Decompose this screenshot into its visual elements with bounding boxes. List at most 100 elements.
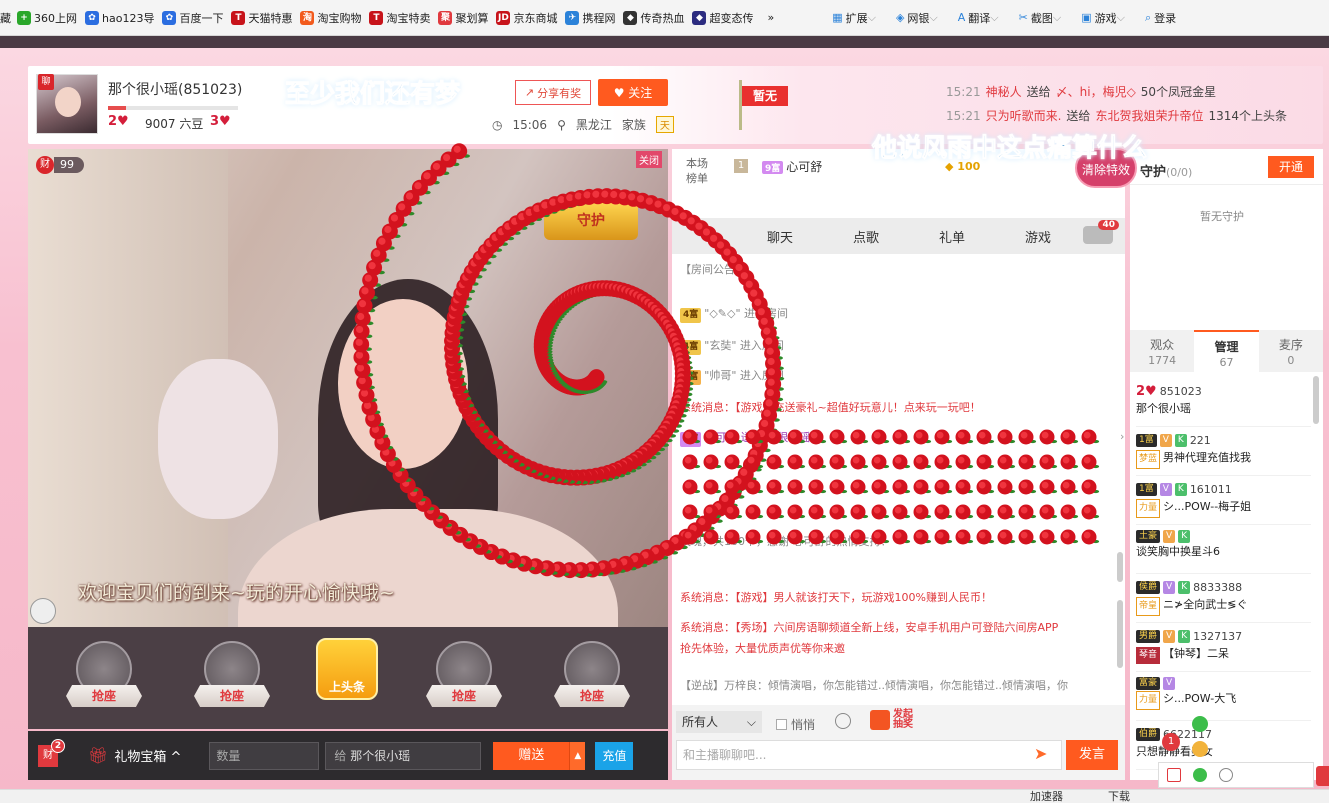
- video-close-button[interactable]: 关闭: [636, 151, 662, 168]
- user-list-item[interactable]: 男爵 V K 1327137 琴音 【钟琴】二呆: [1136, 623, 1311, 672]
- chat-scope-select[interactable]: 所有人 ⌵: [676, 711, 762, 733]
- grab-seat-label: 抢座: [554, 685, 630, 707]
- tab-audience[interactable]: 观众 1774: [1130, 330, 1194, 372]
- seat-4[interactable]: 抢座: [546, 635, 636, 725]
- send-gift-button[interactable]: 赠送: [493, 741, 570, 770]
- emoji-icon[interactable]: [835, 713, 851, 729]
- speak-button[interactable]: 发言: [1066, 740, 1118, 770]
- user-list-item[interactable]: 1富 V K 161011 力量 シ...POW--梅子姐: [1136, 476, 1311, 525]
- chat-message: 4富 "玄奘" 进入房间: [680, 338, 784, 355]
- chat-message: 4富 "◇✎◇" 进入房间: [680, 306, 788, 323]
- bookmark-item[interactable]: ◆ 传奇热血: [623, 10, 684, 26]
- rank-flag[interactable]: 暂无: [742, 86, 788, 106]
- user-list-item[interactable]: 土豪 V K 谈笑胸中换星斗6: [1136, 525, 1311, 574]
- car-icon[interactable]: 40: [1083, 220, 1119, 244]
- tab-games[interactable]: 游戏: [1025, 227, 1051, 246]
- news-target[interactable]: 〆、hi，梅児◇: [1056, 85, 1136, 99]
- streamer-body: [238, 509, 618, 627]
- coin-notice-icon[interactable]: [1192, 741, 1208, 757]
- quantity-input[interactable]: 数量: [209, 741, 320, 770]
- share-button[interactable]: ↗ 分享有奖: [515, 80, 591, 105]
- user-list-item[interactable]: 1富 V K 221 梦蓝 男神代理充值找我: [1136, 427, 1311, 476]
- bookmark-item[interactable]: ◆ 超变态传: [692, 10, 753, 26]
- user-id: 221: [1189, 434, 1211, 447]
- zoom-icon[interactable]: [1219, 768, 1233, 782]
- guard-title-text: 守护: [1140, 165, 1167, 180]
- rank-number: 1: [734, 159, 748, 173]
- headline-button[interactable]: 上头条: [316, 638, 378, 700]
- toolbar-item[interactable]: ⌕ 登录: [1145, 10, 1176, 26]
- chat-scrollbar-thumb[interactable]: [1117, 600, 1123, 668]
- bookmark-label: 淘宝特卖: [386, 11, 431, 25]
- grid-icon: ▦: [832, 11, 843, 24]
- toolbar-item[interactable]: ◈ 网银 ⌵: [896, 10, 938, 26]
- translate-icon: A: [957, 11, 966, 24]
- bookmark-item[interactable]: ✿ 百度一下: [162, 10, 223, 26]
- user-level-badge: 1富: [1136, 434, 1157, 447]
- accelerator-button[interactable]: 加速器: [1030, 790, 1063, 803]
- bookmark-item[interactable]: ✈ 携程网: [565, 10, 615, 26]
- status-bar: 加速器 下载: [0, 789, 1329, 803]
- toolbar-item[interactable]: ▦ 扩展 ⌵: [832, 10, 876, 26]
- rank-user[interactable]: 9富 心可舒: [762, 158, 822, 175]
- tab-gift-list[interactable]: 礼单: [939, 227, 965, 246]
- mail-icon[interactable]: [1167, 768, 1181, 782]
- teddy-bear: [158, 359, 278, 519]
- bookmark-item[interactable]: 淘淘宝购物: [300, 10, 361, 26]
- chat-scrollbar[interactable]: [1117, 552, 1123, 582]
- lottery-button[interactable]: 发起 抽奖: [870, 710, 913, 730]
- send-plane-icon[interactable]: ➤: [1034, 745, 1054, 763]
- user-list-scrollbar[interactable]: [1313, 376, 1319, 424]
- seat-2[interactable]: 抢座: [186, 635, 276, 725]
- family-tag[interactable]: 天: [655, 116, 674, 133]
- bookmark-item[interactable]: ✿ hao123导: [85, 10, 154, 26]
- anchor-name: 那个很小瑶(851023): [108, 82, 243, 98]
- collapse-chevron-icon[interactable]: ›: [1120, 430, 1130, 456]
- follow-button[interactable]: ♥ 关注: [598, 79, 668, 106]
- bookmark-item[interactable]: 藏: [0, 10, 11, 26]
- toolbar-item[interactable]: ✂ 截图 ⌵: [1019, 10, 1062, 26]
- recipient-select[interactable]: 给 那个很小瑶: [325, 741, 482, 770]
- chat-text: 玫瑰，共100个，感谢 心可舒的热情支持！: [680, 535, 892, 548]
- toolbar-item[interactable]: ▣ 游戏 ⌵: [1081, 10, 1125, 26]
- check-icon[interactable]: [1192, 716, 1208, 732]
- no-guard-text: 暂无守护: [1200, 210, 1244, 223]
- seat-3[interactable]: 抢座: [418, 635, 508, 725]
- gift-box-button[interactable]: 🎁︎ 礼物宝箱 ^: [88, 746, 181, 765]
- tab-audience-label: 观众: [1150, 338, 1175, 352]
- seat-1[interactable]: 抢座: [58, 635, 148, 725]
- toolbar-label: 扩展: [845, 11, 868, 25]
- tab-songs[interactable]: 点歌: [853, 227, 879, 246]
- tab-admins[interactable]: 管理 67: [1194, 330, 1259, 372]
- vip-icon: V: [1163, 530, 1176, 543]
- user-list-item[interactable]: 富豪 V 力量 シ...POW-大飞: [1136, 672, 1311, 721]
- bookmark-item[interactable]: 聚聚划算: [438, 10, 488, 26]
- fortune-counter: 财 99: [36, 156, 84, 174]
- bookmarks-more-icon[interactable]: »: [767, 11, 774, 24]
- user-list-item[interactable]: 2♥ 851023 那个很小瑶: [1136, 378, 1311, 427]
- fortune-button[interactable]: 财2: [38, 738, 65, 767]
- bookmark-item[interactable]: T 天猫特惠: [231, 10, 292, 26]
- bookmark-item[interactable]: T 淘宝特卖: [369, 10, 430, 26]
- chat-input[interactable]: 和主播聊聊吧...: [676, 740, 1062, 770]
- recharge-button[interactable]: 充值: [595, 741, 634, 770]
- toolbar-item[interactable]: A 翻译 ⌵: [958, 10, 999, 26]
- user-list-item[interactable]: 侯爵 V K 8833388 帝皇 ニ≯全向武士≶ぐ: [1136, 574, 1311, 623]
- bookmark-item[interactable]: +360上网: [17, 10, 77, 26]
- message-icon[interactable]: [1316, 766, 1329, 786]
- grab-seat-label: 抢座: [194, 685, 270, 707]
- download-button[interactable]: 下载: [1108, 790, 1130, 803]
- anchor-level-left: 2♥: [108, 114, 129, 129]
- send-dropdown-icon[interactable]: ▲: [569, 741, 586, 770]
- tab-chat[interactable]: 聊天: [767, 227, 793, 246]
- guard-title: 守护(0/0): [1140, 161, 1192, 180]
- open-guard-button[interactable]: 开通: [1268, 156, 1314, 178]
- tab-mic-queue[interactable]: 麦序 0: [1259, 330, 1323, 372]
- whisper-toggle[interactable]: 悄悄: [776, 716, 815, 733]
- microphone-icon[interactable]: [30, 598, 56, 624]
- bookmark-item[interactable]: JD 京东商城: [496, 10, 557, 26]
- news-user[interactable]: 神秘人: [986, 85, 1022, 99]
- news-user[interactable]: 只为听歌而来.: [986, 109, 1062, 123]
- news-target[interactable]: 东北贺我姐荣升帝位: [1095, 109, 1203, 123]
- check-icon[interactable]: [1193, 768, 1207, 782]
